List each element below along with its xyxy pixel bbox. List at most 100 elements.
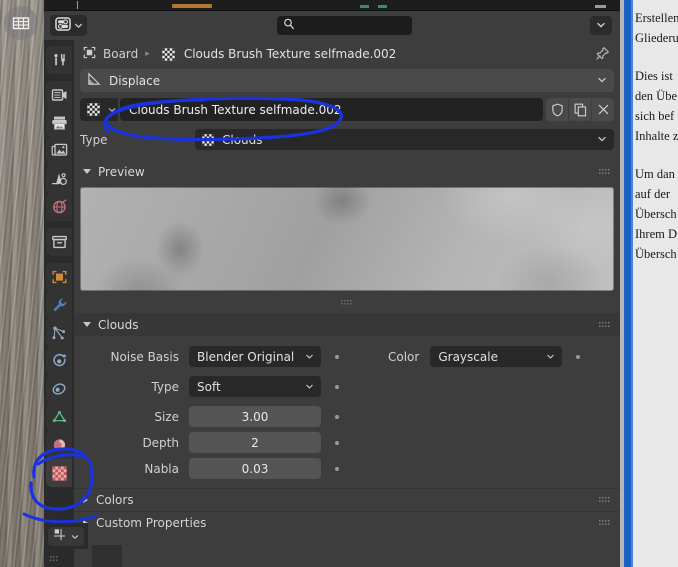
topbar-right-mark: [595, 5, 606, 8]
animate-decorator-dot[interactable]: [332, 464, 341, 473]
constraint-icon: [52, 383, 65, 395]
properties-editor-header: [44, 11, 620, 40]
property-row-noise-basis: Noise Basis Blender Original Color Grays…: [74, 345, 620, 368]
animate-decorator-dot[interactable]: [332, 438, 341, 447]
breadcrumb-item-object[interactable]: Board: [103, 47, 138, 61]
sidebar-item-particles[interactable]: [46, 319, 72, 347]
drag-grip-icon[interactable]: [599, 318, 611, 332]
document-line: den Übe: [635, 89, 677, 103]
texture-name-field[interactable]: Clouds Brush Texture selfmade.002: [120, 98, 543, 121]
sidebar-item-modifiers[interactable]: [46, 291, 72, 319]
fake-user-button[interactable]: [546, 98, 568, 121]
clouds-panel-header[interactable]: Clouds: [74, 313, 620, 336]
search-field[interactable]: [277, 16, 412, 35]
drag-grip-icon[interactable]: [599, 493, 611, 507]
document-line: Ihrem D: [635, 227, 677, 241]
sidebar-item-render[interactable]: [46, 81, 72, 109]
chevron-down-icon: [305, 350, 314, 364]
browse-texture-button[interactable]: [80, 98, 106, 121]
document-line: Gliederu: [635, 31, 678, 45]
uv-editor-icon: [53, 528, 68, 545]
chevron-down-icon: [546, 350, 555, 364]
search-icon: [283, 18, 295, 33]
texture-checker-icon: [201, 133, 215, 147]
clouds-type-value: Soft: [197, 379, 221, 394]
sidebar-item-output[interactable]: [46, 109, 72, 137]
property-row-depth: Depth 2: [74, 431, 620, 454]
breadcrumb-item-texture[interactable]: Clouds Brush Texture selfmade.002: [184, 47, 396, 61]
new-texture-button[interactable]: [569, 98, 591, 121]
preview-resize-grip[interactable]: [74, 294, 620, 308]
tool-icon: [53, 53, 65, 65]
printer-output-icon: [51, 116, 67, 130]
bottom-editor-type-selector[interactable]: [48, 527, 84, 546]
displace-context-bar[interactable]: Displace: [80, 69, 614, 92]
clouds-type-label: Type: [151, 379, 179, 394]
document-line: Inhalte z: [635, 129, 678, 143]
document-line: auf der: [635, 187, 671, 201]
noise-basis-dropdown[interactable]: Blender Original: [189, 346, 321, 367]
document-line-blank: [635, 48, 678, 66]
noise-basis-value: Blender Original: [197, 349, 295, 364]
properties-main-region: Board ▸ Clouds Brush Texture selfmade.00…: [74, 40, 620, 567]
sidebar-item-material[interactable]: [46, 431, 72, 459]
browse-texture-dropdown[interactable]: [106, 98, 118, 121]
taskbar-peek: [92, 545, 122, 567]
sidebar-item-tool[interactable]: [46, 46, 72, 74]
sidebar-item-physics[interactable]: [46, 347, 72, 375]
property-row-type: Type Soft: [74, 375, 620, 398]
disclosure-triangle-open-icon: [83, 169, 91, 174]
depth-value: 2: [251, 435, 259, 450]
drag-grip-icon[interactable]: [599, 165, 611, 179]
editor-type-selector[interactable]: [50, 15, 87, 36]
particles-icon: [52, 326, 65, 340]
drag-grip-icon[interactable]: [50, 552, 62, 566]
sidebar-item-scene[interactable]: [46, 165, 72, 193]
texture-preview-image: [80, 187, 614, 291]
texture-checker-icon[interactable]: [161, 47, 176, 62]
search-input[interactable]: [300, 19, 400, 32]
header-overflow-button[interactable]: [590, 16, 612, 35]
custom-properties-panel-title: Custom Properties: [96, 516, 207, 530]
sidebar-item-data[interactable]: [46, 403, 72, 431]
depth-slider[interactable]: 2: [189, 432, 321, 453]
sidebar-item-view-layer[interactable]: [46, 137, 72, 165]
color-dropdown[interactable]: Grayscale: [430, 346, 563, 367]
nabla-slider[interactable]: 0.03: [189, 458, 321, 479]
custom-properties-panel-header[interactable]: Custom Properties: [74, 511, 620, 534]
texture-name-value: Clouds Brush Texture selfmade.002: [129, 102, 342, 117]
sidebar-item-constraints[interactable]: [46, 375, 72, 403]
sidebar-item-texture[interactable]: [46, 459, 72, 487]
desktop-app-icon[interactable]: [4, 6, 38, 40]
wrench-icon: [52, 298, 66, 312]
breadcrumb: Board ▸ Clouds Brush Texture selfmade.00…: [74, 40, 620, 68]
drag-grip-icon[interactable]: [599, 516, 611, 530]
object-square-icon[interactable]: [82, 45, 97, 63]
window-accent-bar-light: [631, 0, 633, 567]
chevron-down-icon[interactable]: [597, 74, 607, 88]
render-camera-icon: [51, 89, 66, 101]
document-line: Übersch: [635, 247, 677, 261]
size-slider[interactable]: 3.00: [189, 406, 321, 427]
sidebar-item-collection[interactable]: [46, 228, 72, 256]
sidebar-item-world[interactable]: [46, 193, 72, 221]
copy-icon: [574, 103, 586, 116]
colors-panel-header[interactable]: Colors: [74, 488, 620, 511]
mesh-data-triangle-icon: [52, 411, 66, 422]
color-label: Color: [388, 349, 420, 364]
preview-panel-header[interactable]: Preview: [74, 160, 620, 183]
clouds-type-dropdown[interactable]: Soft: [189, 376, 321, 397]
images-layer-icon: [51, 143, 67, 156]
document-line: sich bef: [635, 109, 675, 123]
object-square-icon: [52, 270, 66, 284]
sidebar-item-object[interactable]: [46, 263, 72, 291]
pin-icon[interactable]: [595, 46, 610, 64]
document-line: Dies ist: [635, 69, 673, 83]
animate-decorator-dot[interactable]: [332, 382, 341, 391]
chevron-down-icon: [71, 530, 79, 544]
animate-decorator-dot[interactable]: [573, 352, 582, 361]
animate-decorator-dot[interactable]: [332, 352, 341, 361]
texture-type-dropdown[interactable]: Clouds: [195, 129, 614, 150]
unlink-texture-button[interactable]: [592, 98, 614, 121]
animate-decorator-dot[interactable]: [332, 412, 341, 421]
